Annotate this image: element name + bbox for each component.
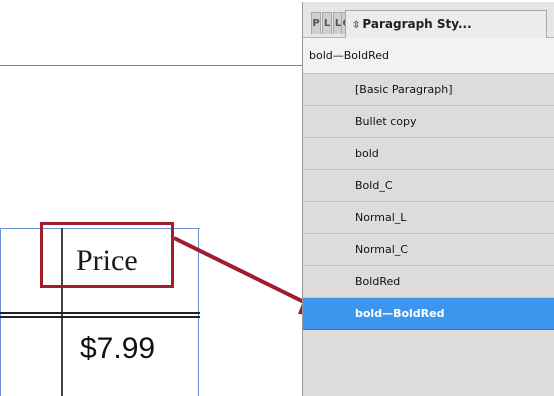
annotation-highlight-box	[40, 222, 174, 288]
panel-tab-bar: P L L C ⇳Paragraph Sty...	[303, 2, 554, 38]
style-item-normal-l[interactable]: Normal_L	[303, 202, 554, 234]
margin-guide-line	[0, 65, 302, 66]
style-item-bold-c[interactable]: Bold_C	[303, 170, 554, 202]
current-style-field: bold—BoldRed	[303, 38, 554, 74]
tab-paragraph-styles[interactable]: ⇳ Paragraph Sty...	[345, 10, 547, 38]
tab-collapsed-1[interactable]: P	[311, 12, 321, 34]
style-item-basic-paragraph[interactable]: [Basic Paragraph]	[303, 74, 554, 106]
paragraph-styles-panel: P L L C ⇳Paragraph Sty... bold—BoldRed […	[302, 2, 554, 396]
style-item-boldred[interactable]: BoldRed	[303, 266, 554, 298]
style-item-normal-c[interactable]: Normal_C	[303, 234, 554, 266]
style-item-bold[interactable]: bold	[303, 138, 554, 170]
up-down-arrows-icon: ⇳	[352, 20, 361, 31]
tab-paragraph-styles-label: Paragraph Sty...	[362, 17, 472, 31]
tab-collapsed-2[interactable]: L	[322, 12, 332, 34]
header-double-rule	[0, 312, 200, 318]
price-value-cell[interactable]: $7.99	[80, 332, 155, 366]
style-item-bullet-copy[interactable]: Bullet copy	[303, 106, 554, 138]
paragraph-style-list: [Basic Paragraph] Bullet copy bold Bold_…	[303, 74, 554, 330]
style-item-bold-boldred-selected[interactable]: bold—BoldRed	[303, 298, 554, 330]
